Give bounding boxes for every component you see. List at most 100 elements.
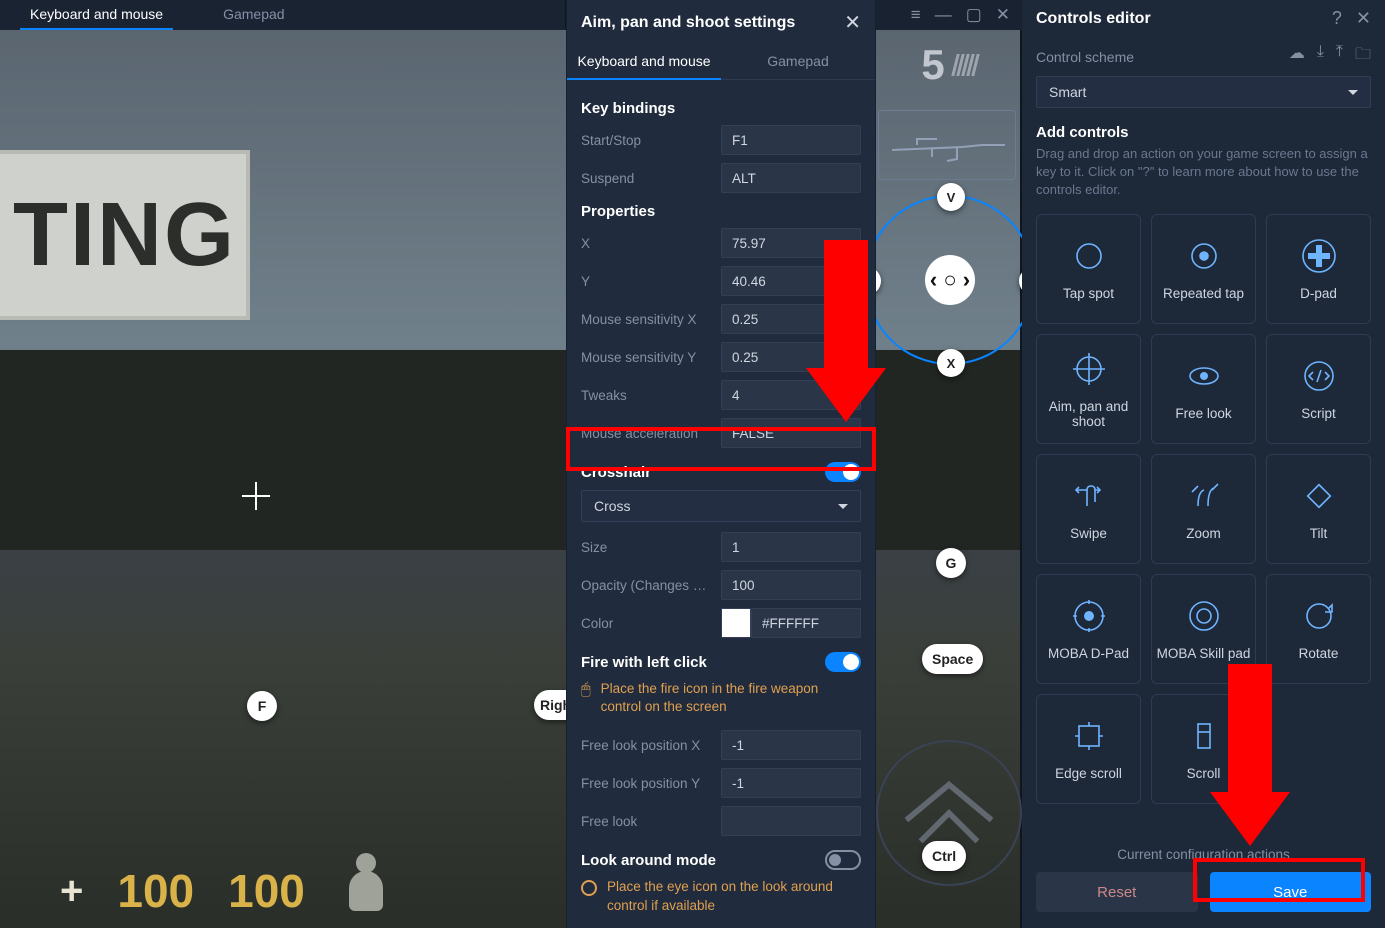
section-fire-left: Fire with left click [581, 654, 707, 671]
section-properties: Properties [581, 203, 861, 220]
ammo-count: 5 [921, 41, 944, 89]
radio-look-hint[interactable] [581, 880, 597, 896]
input-x[interactable]: 75.97 [721, 228, 861, 258]
moba-skill-icon [1184, 596, 1224, 636]
input-start-stop[interactable]: F1 [721, 125, 861, 155]
input-tweaks[interactable]: 4 [721, 380, 861, 410]
label-suspend: Suspend [581, 171, 711, 186]
tab-keyboard-mouse-top[interactable]: Keyboard and mouse [0, 0, 193, 30]
scroll-icon [1184, 716, 1224, 756]
maximize-icon[interactable]: ▢ [966, 5, 982, 25]
select-crosshair-shape[interactable]: Cross [581, 490, 861, 522]
tile-label: Free look [1175, 406, 1231, 421]
tile-rotate[interactable]: Rotate [1266, 574, 1371, 684]
key-f[interactable]: F [247, 691, 277, 721]
label-flx: Free look position X [581, 738, 711, 753]
tab-gamepad-top[interactable]: Gamepad [193, 0, 314, 30]
save-button[interactable]: Save [1210, 872, 1372, 912]
label-fly: Free look position Y [581, 776, 711, 791]
input-freelook[interactable] [721, 806, 861, 836]
dpad-overlay[interactable]: ‹ ○ › V Z C X [865, 195, 1035, 365]
label-color: Color [581, 616, 711, 631]
tile-label: MOBA Skill pad [1157, 646, 1251, 661]
tab-keyboard-mouse[interactable]: Keyboard and mouse [567, 43, 721, 79]
tile-dpad[interactable]: D-pad [1266, 214, 1371, 324]
scope-circle [876, 740, 1022, 886]
input-color[interactable]: #FFFFFF [751, 608, 861, 638]
section-keybindings: Key bindings [581, 100, 861, 117]
label-freelook: Free look [581, 814, 711, 829]
input-fly[interactable]: -1 [721, 768, 861, 798]
tile-free-look[interactable]: Free look [1151, 334, 1256, 444]
tile-label: Zoom [1186, 526, 1221, 541]
controls-grid: Tap spot Repeated tap D-pad Aim, pan and… [1022, 204, 1385, 814]
folder-icon[interactable]: 🗀 [1355, 43, 1371, 70]
reset-button[interactable]: Reset [1036, 872, 1198, 912]
tile-label: Aim, pan and shoot [1041, 399, 1136, 429]
tab-gamepad[interactable]: Gamepad [721, 43, 875, 79]
key-v[interactable]: V [937, 183, 965, 211]
input-suspend[interactable]: ALT [721, 163, 861, 193]
toggle-crosshair[interactable] [825, 462, 861, 482]
close-settings-icon[interactable]: ✕ [844, 10, 861, 35]
label-x: X [581, 236, 711, 251]
tile-repeated-tap[interactable]: Repeated tap [1151, 214, 1256, 324]
tile-script[interactable]: Script [1266, 334, 1371, 444]
rotate-icon [1299, 596, 1339, 636]
color-swatch[interactable] [721, 608, 751, 638]
tile-label: MOBA D-Pad [1048, 646, 1129, 661]
input-y[interactable]: 40.46 [721, 266, 861, 296]
tile-moba-skill[interactable]: MOBA Skill pad [1151, 574, 1256, 684]
scheme-select[interactable]: Smart [1036, 76, 1371, 108]
swipe-icon [1069, 476, 1109, 516]
controls-editor: Controls editor ? ✕ Control scheme ☁ ⤓ ⤒… [1022, 0, 1385, 928]
weapon-slot[interactable] [878, 110, 1016, 180]
tile-tilt[interactable]: Tilt [1266, 454, 1371, 564]
tile-swipe[interactable]: Swipe [1036, 454, 1141, 564]
chevron-down-icon [1348, 90, 1358, 95]
label-msx: Mouse sensitivity X [581, 312, 711, 327]
input-msx[interactable]: 0.25 [721, 304, 861, 334]
key-space[interactable]: Space [922, 644, 983, 674]
tile-tap-spot[interactable]: Tap spot [1036, 214, 1141, 324]
look-hint: Place the eye icon on the look around co… [607, 878, 861, 914]
minimize-icon[interactable]: — [935, 5, 952, 25]
tile-edge-scroll[interactable]: Edge scroll [1036, 694, 1141, 804]
cloud-upload-icon[interactable]: ☁ [1289, 43, 1305, 70]
edge-scroll-icon [1069, 716, 1109, 756]
input-size[interactable]: 1 [721, 532, 861, 562]
toggle-look-mode[interactable] [825, 850, 861, 870]
tile-moba-dpad[interactable]: MOBA D-Pad [1036, 574, 1141, 684]
scheme-selected: Smart [1049, 84, 1086, 100]
tilt-icon [1299, 476, 1339, 516]
input-flx[interactable]: -1 [721, 730, 861, 760]
zoom-icon [1184, 476, 1224, 516]
input-mouse-accel[interactable]: FALSE [721, 418, 861, 448]
toggle-fire-left[interactable] [825, 652, 861, 672]
tile-zoom[interactable]: Zoom [1151, 454, 1256, 564]
tile-label: Swipe [1070, 526, 1107, 541]
input-msy[interactable]: 0.25 [721, 342, 861, 372]
hud-health: + 100 100 [60, 864, 383, 918]
ammo-bars-icon [954, 54, 977, 76]
repeated-tap-icon [1184, 236, 1224, 276]
chevron-down-icon [838, 504, 848, 509]
armor-icon [349, 871, 383, 911]
window-chrome: ≡ — ▢ ✕ [876, 0, 1022, 30]
tap-spot-icon [1069, 236, 1109, 276]
moba-dpad-icon [1069, 596, 1109, 636]
close-window-icon[interactable]: ✕ [996, 5, 1010, 25]
help-icon[interactable]: ? [1332, 8, 1342, 29]
export-icon[interactable]: ⤒ [1336, 43, 1343, 70]
import-icon[interactable]: ⤓ [1317, 43, 1324, 70]
tile-aim-pan-shoot[interactable]: Aim, pan and shoot [1036, 334, 1141, 444]
add-controls-desc: Drag and drop an action on your game scr… [1036, 145, 1371, 200]
key-x[interactable]: X [937, 349, 965, 377]
input-opacity[interactable]: 100 [721, 570, 861, 600]
label-y: Y [581, 274, 711, 289]
hamburger-icon[interactable]: ≡ [911, 5, 921, 25]
key-g[interactable]: G [936, 548, 966, 578]
tile-scroll[interactable]: Scroll [1151, 694, 1256, 804]
close-editor-icon[interactable]: ✕ [1356, 8, 1371, 29]
ammo-display: 5 [876, 30, 1022, 100]
